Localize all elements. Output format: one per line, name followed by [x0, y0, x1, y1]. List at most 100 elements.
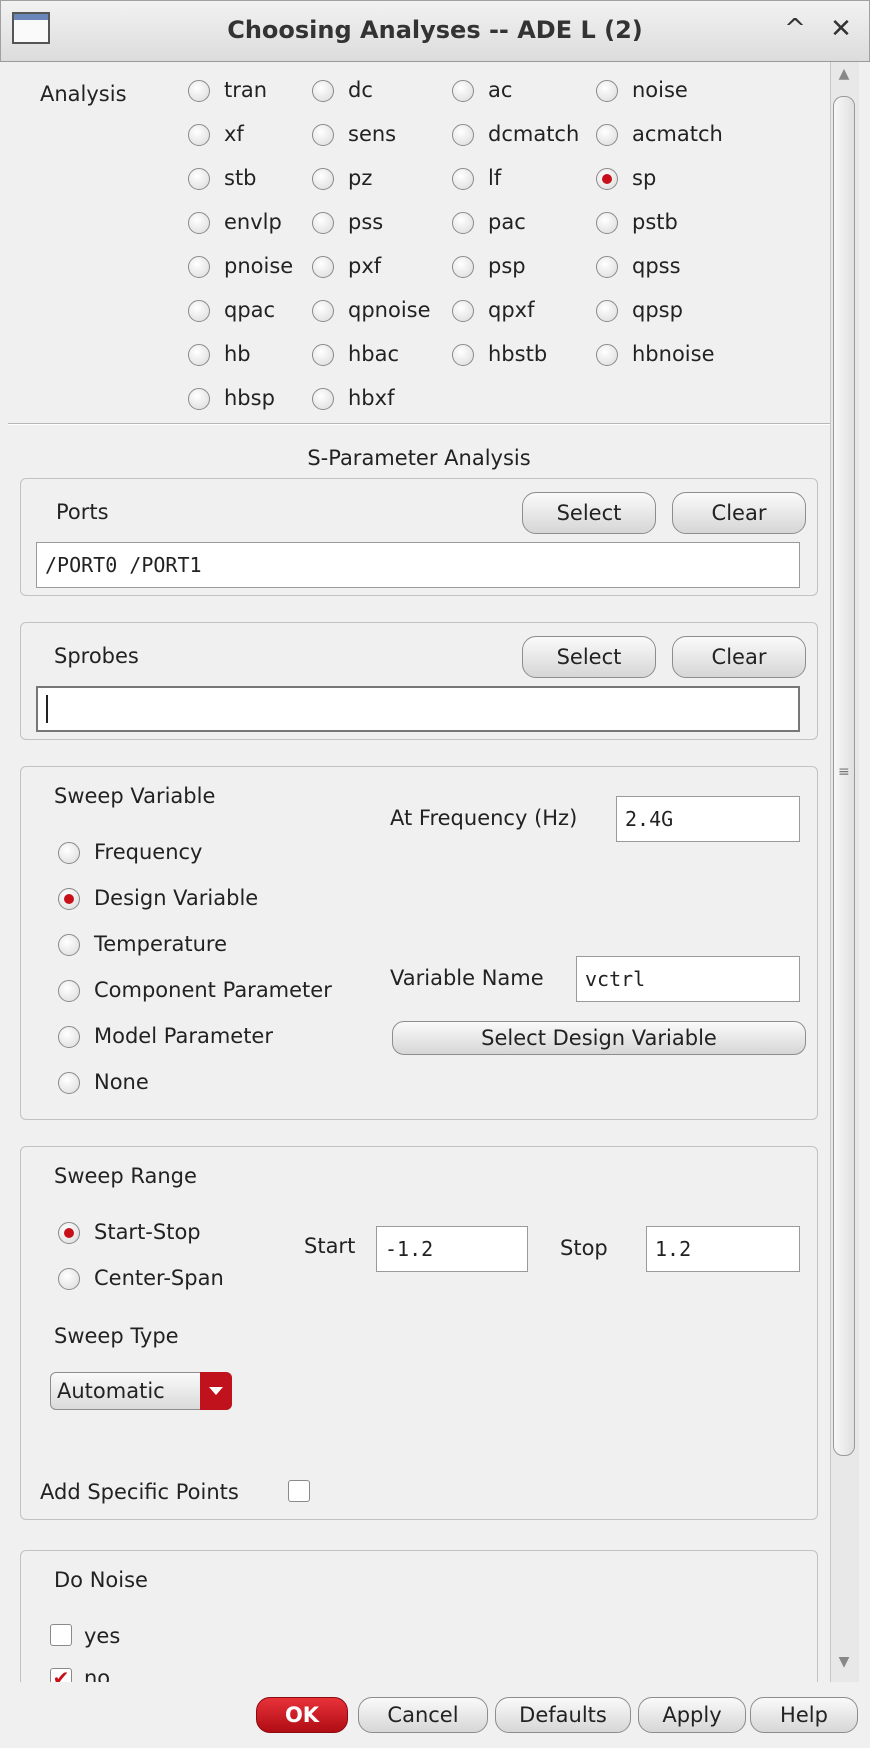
- variable-name-field[interactable]: vctrl: [576, 956, 800, 1002]
- sweep-variable-radio-none[interactable]: [58, 1072, 80, 1094]
- analysis-label-dcmatch[interactable]: dcmatch: [488, 122, 579, 146]
- ports-select-button[interactable]: Select: [522, 492, 656, 534]
- analysis-label-noise[interactable]: noise: [632, 78, 688, 102]
- analysis-radio-qpsp[interactable]: [596, 300, 618, 322]
- at-frequency-field[interactable]: 2.4G: [616, 796, 800, 842]
- ports-clear-button[interactable]: Clear: [672, 492, 806, 534]
- sweep-range-option-label[interactable]: Center-Span: [94, 1266, 224, 1290]
- sweep-variable-option-label[interactable]: Design Variable: [94, 886, 258, 910]
- analysis-radio-qpac[interactable]: [188, 300, 210, 322]
- analysis-radio-pss[interactable]: [312, 212, 334, 234]
- analysis-radio-hbnoise[interactable]: [596, 344, 618, 366]
- analysis-label-pac[interactable]: pac: [488, 210, 526, 234]
- sweep-range-radio-center-span[interactable]: [58, 1268, 80, 1290]
- analysis-radio-dcmatch[interactable]: [452, 124, 474, 146]
- analysis-label-ac[interactable]: ac: [488, 78, 512, 102]
- analysis-label-tran[interactable]: tran: [224, 78, 267, 102]
- analysis-radio-xf[interactable]: [188, 124, 210, 146]
- analysis-radio-qpxf[interactable]: [452, 300, 474, 322]
- analysis-radio-ac[interactable]: [452, 80, 474, 102]
- sweep-variable-option-label[interactable]: Component Parameter: [94, 978, 332, 1002]
- analysis-radio-qpnoise[interactable]: [312, 300, 334, 322]
- analysis-label-pstb[interactable]: pstb: [632, 210, 678, 234]
- analysis-label-qpss[interactable]: qpss: [632, 254, 681, 278]
- sweep-variable-option-label[interactable]: Model Parameter: [94, 1024, 273, 1048]
- analysis-radio-pac[interactable]: [452, 212, 474, 234]
- analysis-label-qpxf[interactable]: qpxf: [488, 298, 534, 322]
- analysis-label-sens[interactable]: sens: [348, 122, 396, 146]
- analysis-radio-qpss[interactable]: [596, 256, 618, 278]
- analysis-label-dc[interactable]: dc: [348, 78, 373, 102]
- noise-no-checkbox[interactable]: ✔: [50, 1668, 72, 1682]
- sprobes-field[interactable]: [36, 686, 800, 732]
- analysis-radio-hbstb[interactable]: [452, 344, 474, 366]
- analysis-radio-psp[interactable]: [452, 256, 474, 278]
- analysis-label-pss[interactable]: pss: [348, 210, 383, 234]
- sweep-variable-radio-design-variable[interactable]: [58, 888, 80, 910]
- sweep-variable-radio-frequency[interactable]: [58, 842, 80, 864]
- analysis-radio-dc[interactable]: [312, 80, 334, 102]
- analysis-radio-pnoise[interactable]: [188, 256, 210, 278]
- sprobes-select-button[interactable]: Select: [522, 636, 656, 678]
- analysis-radio-hbsp[interactable]: [188, 388, 210, 410]
- help-button[interactable]: Help: [750, 1697, 858, 1733]
- analysis-label-hbstb[interactable]: hbstb: [488, 342, 547, 366]
- close-icon[interactable]: ✕: [826, 14, 856, 44]
- stop-field[interactable]: 1.2: [646, 1226, 800, 1272]
- sweep-variable-option-label[interactable]: Frequency: [94, 840, 203, 864]
- scroll-down-icon[interactable]: ▼: [830, 1654, 858, 1678]
- analysis-radio-stb[interactable]: [188, 168, 210, 190]
- sweep-variable-radio-component-parameter[interactable]: [58, 980, 80, 1002]
- add-specific-points-checkbox[interactable]: [288, 1480, 310, 1502]
- scroll-up-icon[interactable]: ▲: [830, 66, 858, 90]
- sweep-variable-radio-temperature[interactable]: [58, 934, 80, 956]
- analysis-radio-pxf[interactable]: [312, 256, 334, 278]
- analysis-radio-lf[interactable]: [452, 168, 474, 190]
- analysis-radio-hb[interactable]: [188, 344, 210, 366]
- analysis-radio-sens[interactable]: [312, 124, 334, 146]
- cancel-button[interactable]: Cancel: [358, 1697, 488, 1733]
- analysis-label-pnoise[interactable]: pnoise: [224, 254, 293, 278]
- analysis-label-qpnoise[interactable]: qpnoise: [348, 298, 431, 322]
- analysis-label-hbnoise[interactable]: hbnoise: [632, 342, 715, 366]
- ports-field[interactable]: /PORT0 /PORT1: [36, 542, 800, 588]
- analysis-label-acmatch[interactable]: acmatch: [632, 122, 723, 146]
- analysis-label-pz[interactable]: pz: [348, 166, 372, 190]
- analysis-radio-noise[interactable]: [596, 80, 618, 102]
- sprobes-clear-button[interactable]: Clear: [672, 636, 806, 678]
- analysis-label-stb[interactable]: stb: [224, 166, 257, 190]
- analysis-label-hbsp[interactable]: hbsp: [224, 386, 275, 410]
- analysis-label-xf[interactable]: xf: [224, 122, 244, 146]
- analysis-radio-hbac[interactable]: [312, 344, 334, 366]
- apply-button[interactable]: Apply: [638, 1697, 746, 1733]
- analysis-label-sp[interactable]: sp: [632, 166, 656, 190]
- analysis-label-hbac[interactable]: hbac: [348, 342, 399, 366]
- analysis-label-lf[interactable]: lf: [488, 166, 501, 190]
- analysis-radio-sp[interactable]: [596, 168, 618, 190]
- analysis-label-qpac[interactable]: qpac: [224, 298, 275, 322]
- analysis-label-qpsp[interactable]: qpsp: [632, 298, 683, 322]
- analysis-label-envlp[interactable]: envlp: [224, 210, 282, 234]
- analysis-radio-hbxf[interactable]: [312, 388, 334, 410]
- sweep-range-option-label[interactable]: Start-Stop: [94, 1220, 201, 1244]
- analysis-radio-acmatch[interactable]: [596, 124, 618, 146]
- minimize-icon[interactable]: ^: [780, 14, 810, 44]
- analysis-label-hb[interactable]: hb: [224, 342, 251, 366]
- ok-button[interactable]: OK: [256, 1697, 348, 1733]
- analysis-label-pxf[interactable]: pxf: [348, 254, 381, 278]
- analysis-radio-pz[interactable]: [312, 168, 334, 190]
- analysis-radio-pstb[interactable]: [596, 212, 618, 234]
- analysis-radio-envlp[interactable]: [188, 212, 210, 234]
- defaults-button[interactable]: Defaults: [495, 1697, 631, 1733]
- sweep-variable-radio-model-parameter[interactable]: [58, 1026, 80, 1048]
- select-design-variable-button[interactable]: Select Design Variable: [392, 1021, 806, 1055]
- noise-yes-checkbox[interactable]: [50, 1624, 72, 1646]
- sweep-variable-option-label[interactable]: Temperature: [94, 932, 227, 956]
- analysis-label-psp[interactable]: psp: [488, 254, 526, 278]
- start-field[interactable]: -1.2: [376, 1226, 528, 1272]
- sweep-type-dropdown[interactable]: Automatic: [50, 1372, 232, 1410]
- analysis-label-hbxf[interactable]: hbxf: [348, 386, 394, 410]
- sweep-range-radio-start-stop[interactable]: [58, 1222, 80, 1244]
- analysis-radio-tran[interactable]: [188, 80, 210, 102]
- chevron-down-icon[interactable]: [200, 1372, 232, 1410]
